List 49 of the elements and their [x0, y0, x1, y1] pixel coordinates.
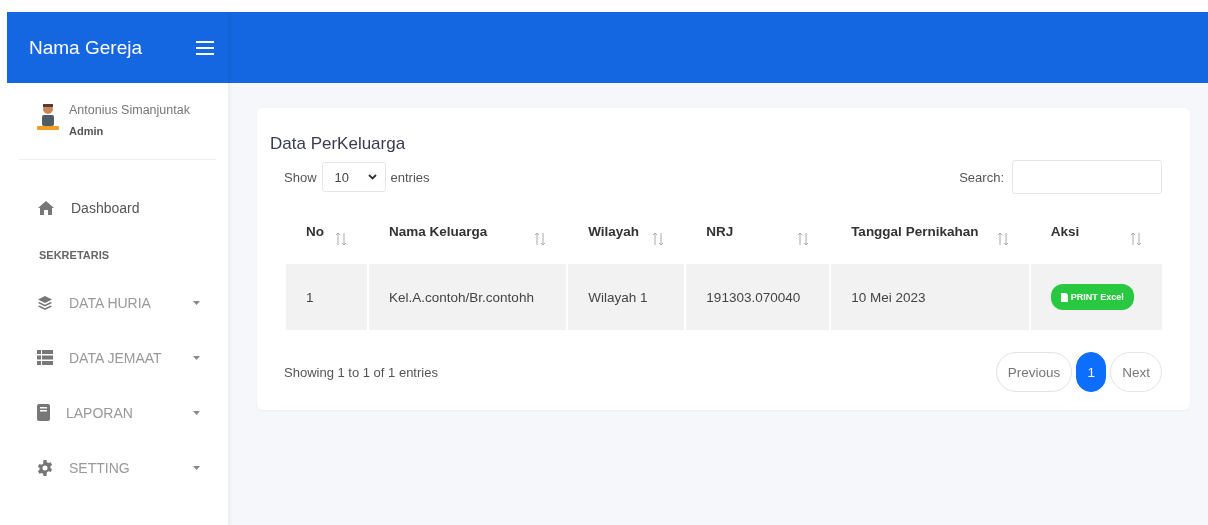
search-field[interactable]: [1012, 160, 1162, 194]
chevron-icon: [367, 174, 377, 180]
home-icon: [37, 199, 55, 216]
table-cell: 1: [286, 264, 368, 330]
nav-item[interactable]: Dashboard: [71, 199, 200, 216]
table-cell: 10 Mei 2023: [831, 264, 1029, 330]
sort-icon[interactable]: [335, 232, 348, 246]
caret-icon: [193, 410, 200, 415]
user-name[interactable]: Antonius Simanjuntak: [69, 103, 190, 117]
column-header[interactable]: Tanggal Pernikahan: [851, 224, 979, 246]
nav-item[interactable]: SETTING: [69, 459, 177, 476]
layers-icon: [37, 294, 53, 311]
nav-item[interactable]: DATA HURIA: [69, 294, 177, 311]
sort-icon[interactable]: [996, 232, 1009, 246]
show-label: Show: [284, 169, 317, 185]
sort-icon[interactable]: [652, 232, 665, 246]
page-size-select[interactable]: 10: [321, 162, 386, 192]
entries-label: entries: [390, 169, 430, 185]
card-title: Data PerKeluarga: [270, 134, 407, 154]
book-icon: [37, 404, 50, 421]
file-icon: [1060, 292, 1068, 302]
avatar-icon: [37, 103, 59, 131]
brand-name: Nama Gereja: [29, 36, 142, 59]
caret-icon: [193, 355, 200, 360]
search-label: Search:: [959, 169, 1004, 185]
table-cell: Kel.A.contoh/Br.contohh: [369, 264, 567, 330]
column-header[interactable]: NRJ: [706, 224, 734, 246]
pagination-button[interactable]: Next: [1110, 352, 1162, 392]
nav-item[interactable]: LAPORAN: [66, 404, 177, 421]
pagination-button[interactable]: 1: [1076, 352, 1107, 392]
caret-icon: [193, 300, 200, 305]
table-cell: Wilayah 1: [568, 264, 685, 330]
column-header[interactable]: Wilayah: [588, 224, 640, 246]
sort-icon[interactable]: [1130, 232, 1142, 246]
list-icon: [37, 350, 53, 365]
sort-icon[interactable]: [797, 232, 810, 246]
user-role: Admin: [69, 125, 105, 137]
settings-icon: [37, 459, 53, 476]
sort-icon[interactable]: [534, 232, 547, 246]
column-header[interactable]: Aksi: [1050, 224, 1080, 246]
caret-icon: [193, 465, 200, 470]
column-header[interactable]: No: [306, 224, 324, 246]
pagination-button[interactable]: Previous: [995, 352, 1073, 392]
column-header[interactable]: Nama Keluarga: [389, 224, 488, 246]
nav-section-heading: SEKRETARIS: [38, 248, 111, 263]
table-info: Showing 1 to 1 of 1 entries: [284, 364, 438, 380]
menu-icon[interactable]: [196, 39, 214, 56]
nav-item[interactable]: DATA JEMAAT: [69, 349, 177, 366]
table-cell: 191303.070040: [686, 264, 830, 330]
